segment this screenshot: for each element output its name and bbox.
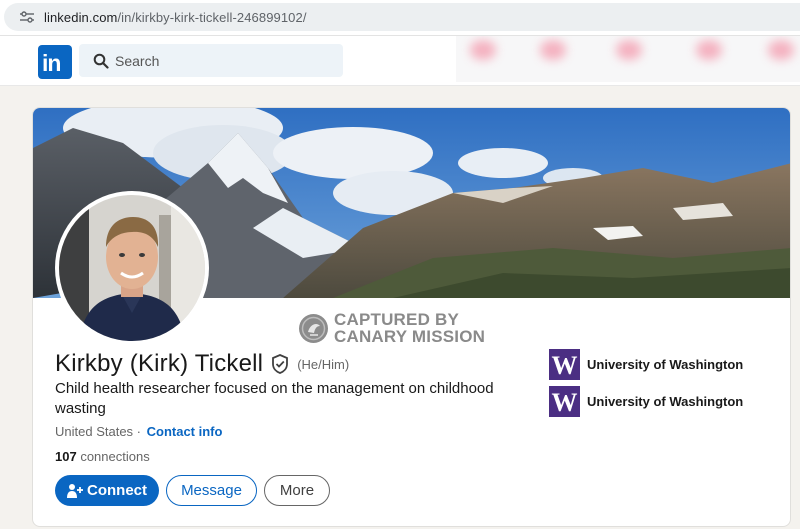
education-name: University of Washington bbox=[587, 393, 744, 409]
contact-info-link[interactable]: Contact info bbox=[147, 424, 223, 439]
url-host: linkedin.com bbox=[44, 10, 118, 25]
profile-pronouns: (He/Him) bbox=[297, 356, 350, 372]
avatar-portrait-image bbox=[59, 195, 205, 341]
blurred-nav-icons bbox=[456, 36, 800, 82]
education-list: W University of Washington W University … bbox=[549, 348, 744, 423]
verified-shield-icon[interactable] bbox=[271, 354, 289, 374]
message-button[interactable]: Message bbox=[166, 475, 257, 506]
canary-mission-watermark: CAPTURED BY CANARY MISSION bbox=[299, 311, 485, 345]
uw-logo: W bbox=[549, 385, 580, 417]
more-button[interactable]: More bbox=[264, 475, 330, 506]
search-input[interactable] bbox=[115, 44, 335, 77]
separator-dot: · bbox=[133, 424, 145, 439]
profile-card: CAPTURED BY CANARY MISSION Kirkby (Kirk)… bbox=[32, 107, 791, 527]
uw-logo: W bbox=[549, 348, 580, 380]
connections-count[interactable]: 107 connections bbox=[55, 449, 150, 464]
profile-name-row: Kirkby (Kirk) Tickell (He/Him) bbox=[55, 350, 349, 378]
search-box[interactable] bbox=[79, 44, 343, 77]
education-item[interactable]: W University of Washington bbox=[549, 348, 744, 380]
education-name: University of Washington bbox=[587, 356, 744, 372]
url-bar[interactable]: linkedin.com/in/kirkby-kirk-tickell-2468… bbox=[4, 3, 800, 31]
watermark-line-2: CANARY MISSION bbox=[334, 327, 486, 346]
tune-icon[interactable] bbox=[20, 11, 34, 23]
canary-mission-badge-icon bbox=[299, 313, 328, 343]
watermark-line-1: CAPTURED BY bbox=[334, 310, 459, 329]
linkedin-logo[interactable]: in bbox=[38, 45, 72, 79]
person-plus-icon bbox=[67, 483, 83, 498]
url-text[interactable]: linkedin.com/in/kirkby-kirk-tickell-2468… bbox=[44, 10, 307, 25]
profile-location: United States bbox=[55, 424, 134, 439]
profile-location-row: United States · Contact info bbox=[55, 424, 222, 439]
connections-label: connections bbox=[76, 449, 150, 464]
connect-label: Connect bbox=[87, 482, 147, 499]
url-path: /in/kirkby-kirk-tickell-246899102/ bbox=[117, 10, 307, 25]
profile-photo[interactable] bbox=[55, 191, 209, 345]
connect-button[interactable]: Connect bbox=[55, 475, 159, 506]
linkedin-navbar: in bbox=[0, 36, 800, 86]
browser-address-bar: linkedin.com/in/kirkby-kirk-tickell-2468… bbox=[0, 0, 800, 36]
profile-actions: Connect Message More bbox=[55, 475, 330, 506]
search-icon bbox=[93, 53, 109, 69]
connections-number: 107 bbox=[55, 449, 77, 464]
education-item[interactable]: W University of Washington bbox=[549, 385, 744, 417]
profile-headline: Child health researcher focused on the m… bbox=[55, 380, 494, 417]
profile-name: Kirkby (Kirk) Tickell bbox=[55, 350, 264, 377]
